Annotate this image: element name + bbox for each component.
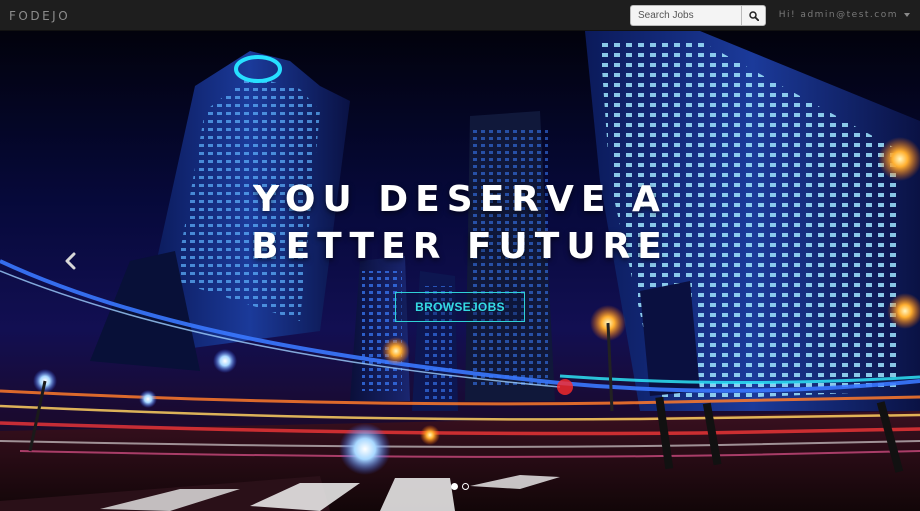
brand-logo[interactable]: FODEJO <box>9 9 70 23</box>
carousel-indicator-1[interactable] <box>451 483 458 490</box>
hero-headline-line2: BETTER FUTURE <box>251 226 669 267</box>
caret-down-icon <box>904 13 910 17</box>
search-icon <box>748 10 759 21</box>
search-button[interactable] <box>741 5 766 26</box>
city-night-background <box>0 31 920 511</box>
browse-jobs-button[interactable]: BROWSEJOBS <box>395 292 525 322</box>
hero-headline: YOU DESERVE A BETTER FUTURE <box>0 176 920 270</box>
carousel-indicators <box>0 483 920 490</box>
user-menu-dropdown[interactable]: Hi! admin@test.com <box>779 10 910 20</box>
user-greeting: Hi! admin@test.com <box>778 10 898 20</box>
top-navbar: FODEJO Hi! admin@test.com <box>0 0 920 31</box>
search-form <box>630 5 766 26</box>
search-input[interactable] <box>630 5 741 26</box>
carousel-indicator-2[interactable] <box>462 483 469 490</box>
hero-headline-line1: YOU DESERVE A <box>253 179 667 220</box>
hero-carousel: YOU DESERVE A BETTER FUTURE BROWSEJOBS <box>0 31 920 511</box>
